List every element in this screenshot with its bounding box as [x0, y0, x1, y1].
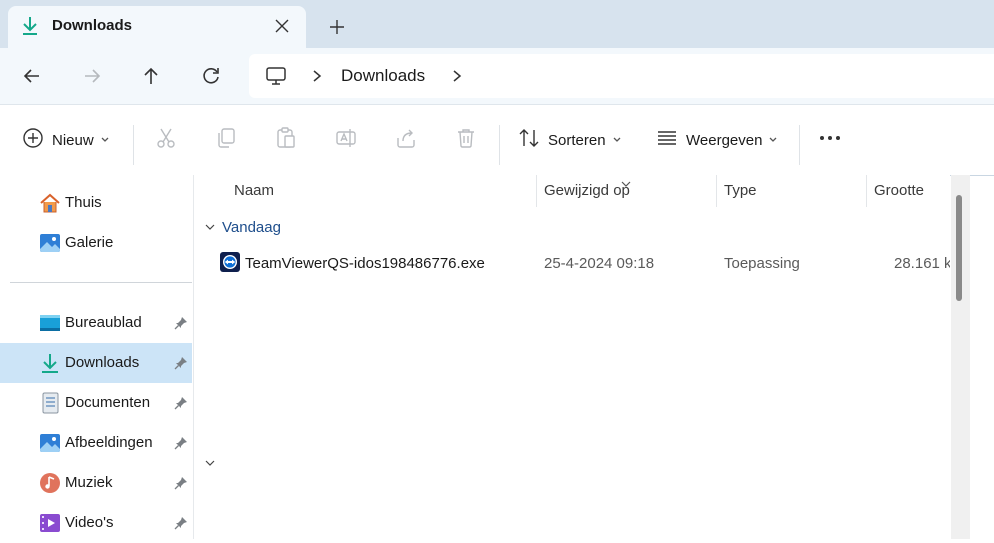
paste-icon — [274, 126, 298, 154]
file-size: 28.161 k — [894, 255, 950, 272]
sidebar-item-bureaublad[interactable]: Bureaublad — [0, 303, 192, 343]
pin-icon[interactable] — [174, 516, 188, 534]
cut-button[interactable] — [154, 105, 178, 175]
documents-icon — [39, 392, 61, 418]
sidebar-item-label: Bureaublad — [65, 314, 142, 331]
sidebar-item-videos[interactable]: Video's — [0, 503, 192, 543]
sidebar-item-thuis[interactable]: Thuis — [0, 183, 192, 223]
sort-label: Sorteren — [548, 131, 606, 149]
desktop-icon — [39, 312, 61, 338]
up-arrow-icon[interactable] — [137, 62, 165, 90]
toolbar-divider — [499, 125, 500, 165]
add-circle-icon — [22, 127, 44, 153]
sidebar-item-documenten[interactable]: Documenten — [0, 383, 192, 423]
toolbar-divider — [799, 125, 800, 165]
column-header-size[interactable]: Grootte — [874, 182, 924, 199]
group-header-vandaag[interactable]: Vandaag — [204, 219, 281, 236]
close-tab-icon[interactable] — [272, 16, 292, 36]
file-row[interactable]: TeamViewerQS-idos198486776.exe 25-4-2024… — [194, 247, 950, 279]
sidebar-item-galerie[interactable]: Galerie — [0, 223, 192, 263]
sort-button[interactable]: Sorteren — [518, 105, 622, 175]
delete-button[interactable] — [454, 105, 478, 175]
chevron-down-icon — [204, 219, 216, 236]
copy-button[interactable] — [214, 105, 238, 175]
tab-bar: Downloads — [0, 0, 994, 48]
chevron-down-icon — [768, 132, 778, 149]
breadcrumb-separator-icon[interactable] — [451, 69, 463, 87]
breadcrumb-separator-icon[interactable] — [311, 69, 323, 87]
delete-icon — [454, 126, 478, 154]
forward-arrow-icon[interactable] — [78, 62, 106, 90]
pin-icon[interactable] — [174, 316, 188, 334]
address-field[interactable]: Downloads — [249, 54, 994, 98]
command-bar: Nieuw Sorteren Weergeven — [0, 104, 994, 176]
navigation-bar: Downloads — [0, 48, 994, 104]
column-header-modified[interactable]: Gewijzigd op — [544, 182, 630, 199]
navigation-pane: Thuis Galerie Bureaublad Downloads Docum… — [0, 175, 194, 539]
more-icon — [818, 126, 842, 154]
sidebar-item-downloads[interactable]: Downloads — [0, 343, 192, 383]
column-header-type[interactable]: Type — [724, 182, 757, 199]
pin-icon[interactable] — [174, 356, 188, 374]
view-lines-icon — [656, 127, 678, 153]
sidebar-item-label: Afbeeldingen — [65, 434, 153, 451]
sidebar-divider — [10, 282, 192, 283]
file-list: Naam Gewijzigd op Type Grootte Vandaag T… — [194, 175, 950, 539]
rename-icon — [334, 126, 358, 154]
view-label: Weergeven — [686, 131, 763, 149]
pin-icon[interactable] — [174, 476, 188, 494]
cut-icon — [154, 126, 178, 154]
tab-title: Downloads — [52, 17, 133, 34]
gallery-icon — [39, 232, 61, 258]
sidebar-item-label: Documenten — [65, 394, 151, 411]
videos-icon — [39, 512, 61, 538]
rename-button[interactable] — [334, 105, 358, 175]
pin-icon[interactable] — [174, 436, 188, 454]
chevron-down-icon — [612, 132, 622, 149]
scrollbar-thumb[interactable] — [956, 195, 962, 301]
chevron-down-icon — [100, 132, 110, 149]
chevron-down-icon[interactable] — [204, 455, 216, 472]
column-divider[interactable] — [716, 175, 717, 207]
download-icon — [39, 352, 61, 378]
music-icon — [39, 472, 61, 498]
column-divider[interactable] — [866, 175, 867, 207]
download-icon — [20, 15, 40, 41]
file-name: TeamViewerQS-idos198486776.exe — [245, 255, 485, 272]
share-icon — [394, 126, 418, 154]
toolbar-divider — [133, 125, 134, 165]
copy-icon — [214, 126, 238, 154]
sidebar-item-label: Muziek — [65, 474, 113, 491]
sort-arrows-icon — [518, 127, 540, 153]
column-divider[interactable] — [536, 175, 537, 207]
teamviewer-icon — [220, 252, 240, 276]
file-type: Toepassing — [724, 255, 800, 272]
sidebar-item-label: Downloads — [65, 354, 140, 371]
sidebar-item-muziek[interactable]: Muziek — [0, 463, 192, 503]
group-label: Vandaag — [222, 219, 281, 236]
paste-button[interactable] — [274, 105, 298, 175]
back-arrow-icon[interactable] — [18, 62, 46, 90]
new-label: Nieuw — [52, 131, 94, 149]
more-options-button[interactable] — [818, 105, 842, 175]
file-modified: 25-4-2024 09:18 — [544, 255, 655, 272]
refresh-icon[interactable] — [197, 62, 225, 90]
pictures-icon — [39, 432, 61, 458]
new-tab-icon[interactable] — [326, 16, 348, 38]
this-pc-icon[interactable] — [265, 66, 287, 90]
pin-icon[interactable] — [174, 396, 188, 414]
share-button[interactable] — [394, 105, 418, 175]
sidebar-item-label: Video's — [65, 514, 114, 531]
sidebar-item-label: Thuis — [65, 194, 102, 211]
sidebar-item-afbeeldingen[interactable]: Afbeeldingen — [0, 423, 192, 463]
tab-downloads[interactable]: Downloads — [8, 6, 306, 48]
home-icon — [39, 192, 61, 218]
sidebar-item-label: Galerie — [65, 234, 114, 251]
new-button[interactable]: Nieuw — [22, 105, 110, 175]
breadcrumb-downloads[interactable]: Downloads — [341, 66, 425, 86]
view-button[interactable]: Weergeven — [656, 105, 778, 175]
column-header-name[interactable]: Naam — [234, 182, 274, 199]
